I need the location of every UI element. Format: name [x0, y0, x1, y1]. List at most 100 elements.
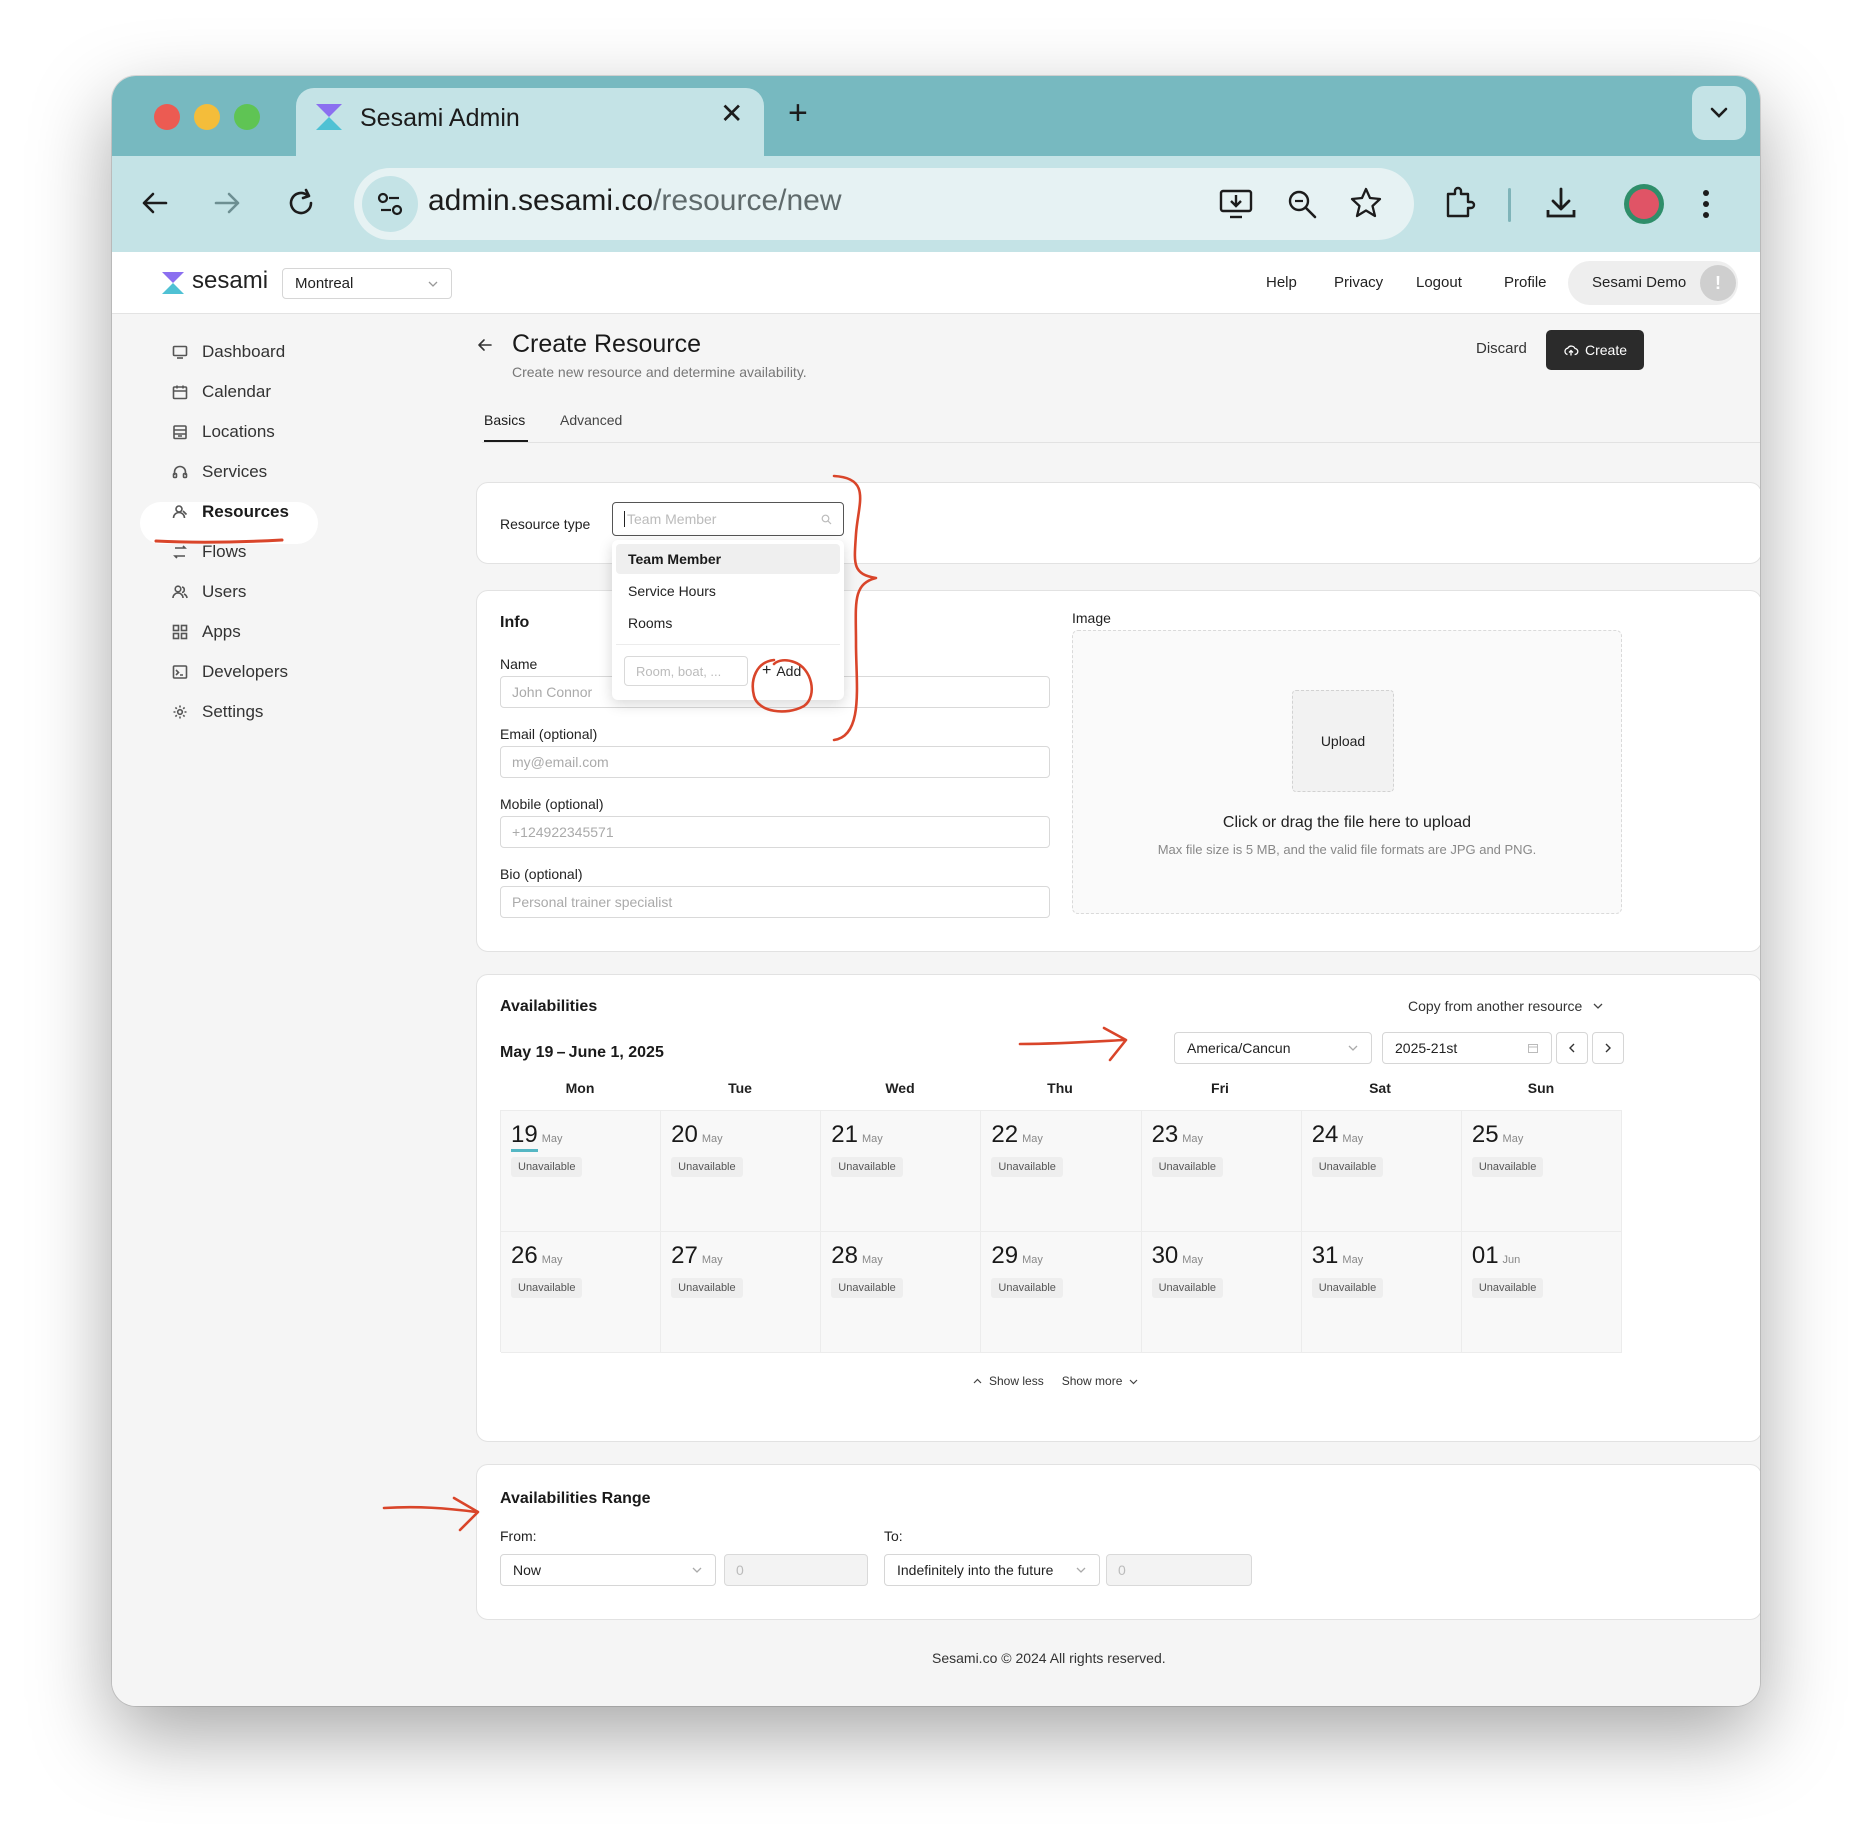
calendar-day-cell[interactable]: 27 May Unavailable [661, 1232, 822, 1353]
week-picker[interactable]: 2025-21st [1382, 1032, 1552, 1064]
image-label: Image [1072, 610, 1111, 626]
email-input[interactable]: my@email.com [500, 746, 1050, 778]
upload-button[interactable]: Upload [1292, 690, 1394, 792]
to-number-input[interactable]: 0 [1106, 1554, 1252, 1586]
resource-type-label: Resource type [500, 516, 591, 532]
upload-subhint: Max file size is 5 MB, and the valid fil… [1157, 842, 1537, 857]
chevron-down-icon [692, 1567, 702, 1573]
install-app-icon[interactable] [1218, 186, 1254, 222]
user-menu[interactable]: Sesami Demo ! [1568, 261, 1738, 305]
tab-search-button[interactable] [1692, 86, 1746, 140]
from-number-input[interactable]: 0 [724, 1554, 868, 1586]
calendar-day-cell[interactable]: 22 May Unavailable [981, 1111, 1142, 1232]
site-info-button[interactable] [362, 176, 418, 232]
resource-type-placeholder: Team Member [624, 511, 716, 527]
sidebar-item-users[interactable]: Users [154, 574, 334, 610]
calendar-day-cell[interactable]: 01 Jun Unavailable [1461, 1232, 1622, 1353]
prev-week-button[interactable] [1556, 1032, 1588, 1064]
sidebar-item-locations[interactable]: Locations [154, 414, 334, 450]
calendar-day-cell[interactable]: 28 May Unavailable [821, 1232, 982, 1353]
logout-link[interactable]: Logout [1416, 274, 1462, 291]
calendar-day-cell[interactable]: 31 May Unavailable [1301, 1232, 1462, 1353]
day-month: May [1022, 1254, 1043, 1266]
option-team-member[interactable]: Team Member [628, 551, 721, 567]
zoom-icon[interactable] [1284, 186, 1320, 222]
discard-button[interactable]: Discard [1476, 340, 1527, 357]
new-type-input[interactable]: Room, boat, ... [624, 656, 748, 686]
tab-advanced[interactable]: Advanced [560, 412, 622, 428]
close-window-button[interactable] [154, 104, 180, 130]
timezone-select[interactable]: America/Cancun [1174, 1032, 1372, 1064]
privacy-link[interactable]: Privacy [1334, 274, 1383, 291]
status-badge: Unavailable [511, 1157, 583, 1177]
calendar-day-cell[interactable]: 24 May Unavailable [1301, 1111, 1462, 1232]
next-week-button[interactable] [1592, 1032, 1624, 1064]
show-more-button[interactable]: Show more [1062, 1374, 1140, 1388]
location-select[interactable]: Montreal [282, 268, 452, 299]
search-icon [821, 514, 832, 524]
tab-basics[interactable]: Basics [484, 412, 525, 428]
calendar-day-cell[interactable]: 29 May Unavailable [981, 1232, 1142, 1353]
sidebar-item-calendar[interactable]: Calendar [154, 374, 334, 410]
forward-icon[interactable] [210, 186, 244, 220]
download-icon[interactable] [1542, 184, 1580, 222]
copy-from-resource-button[interactable]: Copy from another resource [1408, 998, 1604, 1014]
calendar-day-cell[interactable]: 23 May Unavailable [1141, 1111, 1302, 1232]
sidebar-item-settings[interactable]: Settings [154, 694, 334, 730]
extensions-icon[interactable] [1440, 184, 1478, 222]
create-button[interactable]: Create [1546, 330, 1644, 370]
sidebar-item-services[interactable]: Services [154, 454, 334, 490]
calendar-day-cell[interactable]: 19 May Unavailable [501, 1111, 662, 1232]
alert-icon: ! [1700, 265, 1736, 301]
back-icon[interactable] [138, 186, 172, 220]
status-badge: Unavailable [1151, 1157, 1224, 1177]
browser-toolbar: admin.sesami.co/resource/new [112, 156, 1760, 252]
day-month: May [1182, 1254, 1204, 1266]
calendar-day-cell[interactable]: 20 May Unavailable [661, 1111, 822, 1232]
calendar-day-cell[interactable]: 30 May Unavailable [1141, 1232, 1302, 1353]
sidebar-item-dashboard[interactable]: Dashboard [154, 334, 334, 370]
chevron-right-icon [1605, 1043, 1611, 1053]
resource-type-input[interactable]: Team Member [612, 502, 844, 536]
url-text[interactable]: admin.sesami.co/resource/new [428, 184, 842, 218]
reload-icon[interactable] [284, 186, 318, 220]
availabilities-range-card [476, 1464, 1760, 1620]
day-number: 30 [1151, 1242, 1179, 1269]
show-less-label: Show less [989, 1374, 1044, 1388]
more-vert-icon[interactable] [1696, 184, 1716, 224]
option-service-hours[interactable]: Service Hours [628, 583, 716, 599]
to-select[interactable]: Indefinitely into the future [884, 1554, 1100, 1586]
profile-avatar[interactable] [1624, 184, 1664, 224]
from-select[interactable]: Now [500, 1554, 716, 1586]
sidebar-item-developers[interactable]: Developers [154, 654, 334, 690]
back-arrow-icon[interactable] [476, 336, 494, 354]
sidebar-item-apps[interactable]: Apps [154, 614, 334, 650]
url-path: /resource/new [653, 184, 842, 217]
date-range: May 19 – June 1, 2025 [500, 1044, 664, 1061]
calendar-grid: 19 May Unavailable 20 May Unavailable 21 May Una… [500, 1110, 1622, 1353]
status-badge: Unavailable [831, 1278, 903, 1298]
close-tab-icon[interactable]: ✕ [720, 100, 743, 128]
calendar-day-cell[interactable]: 26 May Unavailable [501, 1232, 662, 1353]
upload-hint: Click or drag the file here to upload [1222, 814, 1472, 831]
sidebar-item-resources[interactable]: Resources [154, 494, 334, 530]
mobile-placeholder: +124922345571 [512, 824, 614, 840]
day-month: May [1502, 1133, 1524, 1145]
timezone-value: America/Cancun [1187, 1040, 1291, 1056]
option-rooms[interactable]: Rooms [628, 615, 672, 631]
minimize-window-button[interactable] [194, 104, 220, 130]
weekday-thu: Thu [1047, 1080, 1073, 1096]
profile-link[interactable]: Profile [1504, 274, 1547, 291]
calendar-day-cell[interactable]: 25 May Unavailable [1461, 1111, 1622, 1232]
bookmark-star-icon[interactable] [1348, 185, 1384, 221]
mobile-input[interactable]: +124922345571 [500, 816, 1050, 848]
day-heading: 20 May [671, 1121, 820, 1153]
sesami-logo-icon [316, 104, 342, 130]
calendar-day-cell[interactable]: 21 May Unavailable [821, 1111, 982, 1232]
maximize-window-button[interactable] [234, 104, 260, 130]
new-tab-icon[interactable]: + [788, 96, 808, 130]
show-less-button[interactable]: Show less [972, 1374, 1044, 1388]
help-link[interactable]: Help [1266, 274, 1297, 291]
status-badge: Unavailable [991, 1278, 1063, 1298]
bio-input[interactable]: Personal trainer specialist [500, 886, 1050, 918]
